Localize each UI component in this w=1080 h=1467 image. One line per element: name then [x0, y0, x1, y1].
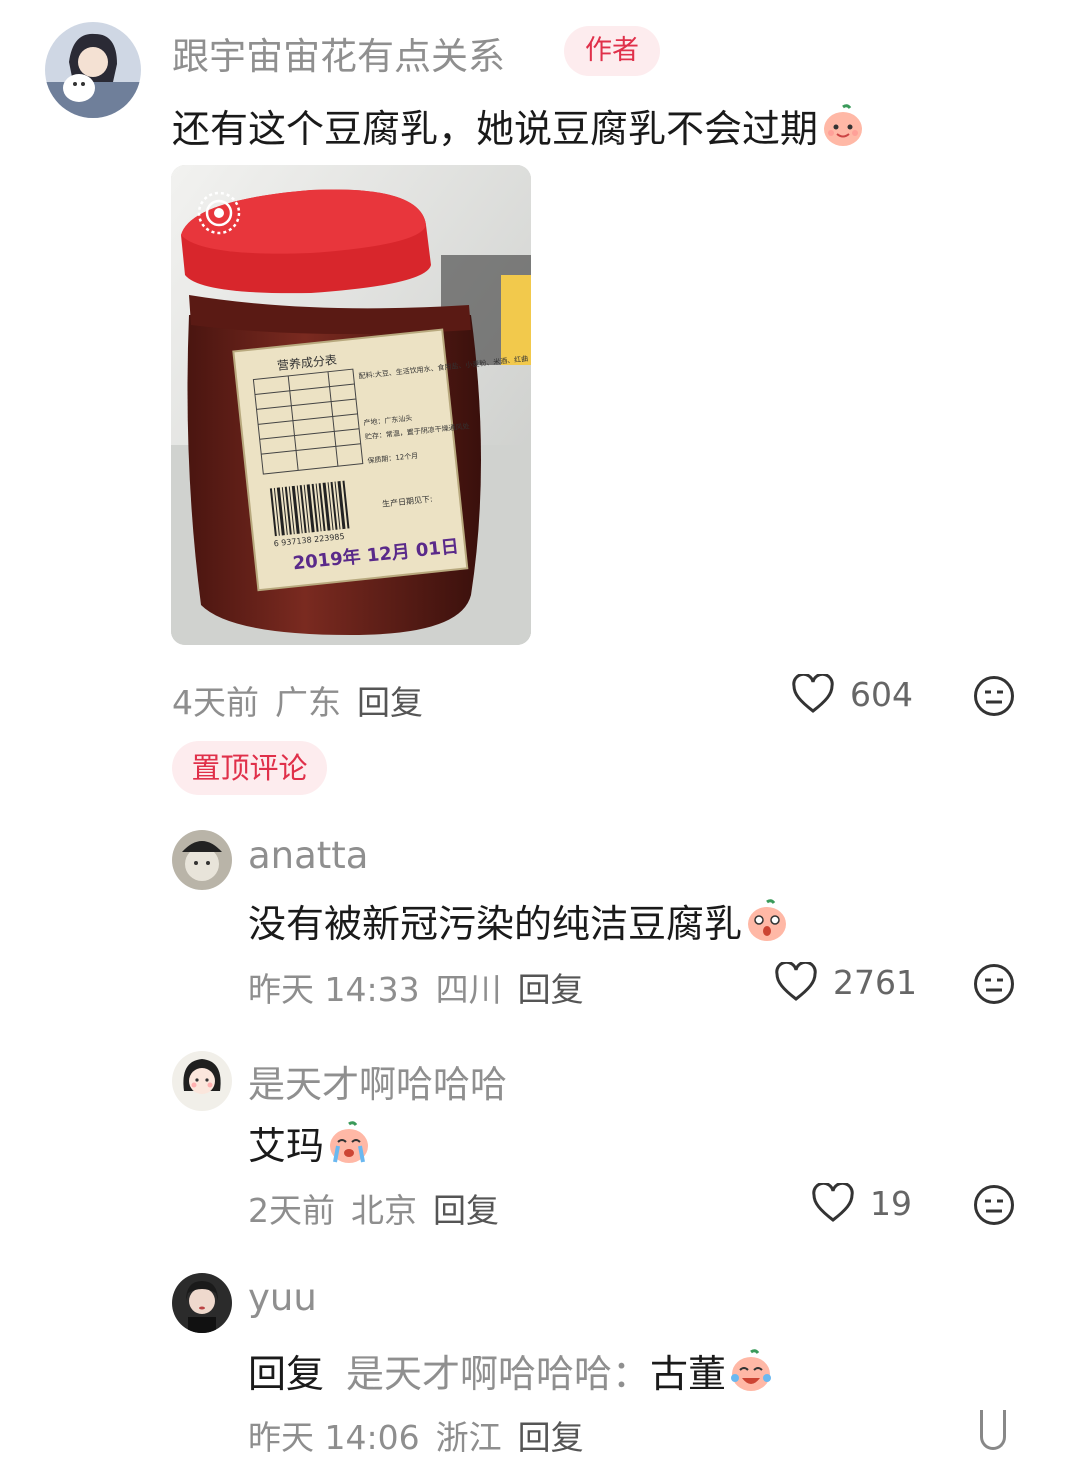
- unamused-face-icon: [974, 1185, 1014, 1225]
- dislike-button[interactable]: [973, 1184, 1015, 1226]
- reply-button[interactable]: 回复: [518, 963, 584, 1011]
- author-name[interactable]: 跟宇宙宙花有点关系: [172, 26, 505, 80]
- unamused-face-icon: [974, 964, 1014, 1004]
- reply-button[interactable]: 回复: [357, 676, 423, 724]
- reply-location: 北京: [351, 1191, 417, 1230]
- unamused-face-icon: [974, 676, 1014, 716]
- peach-shocked-emoji-icon: [744, 898, 790, 944]
- comment-location: 广东: [275, 683, 341, 722]
- heart-icon: [792, 674, 834, 713]
- reply-meta: 昨天 14:06 浙江 回复: [248, 1411, 584, 1459]
- reply-text-content: 古董: [650, 1352, 727, 1396]
- dislike-button[interactable]: [973, 963, 1015, 1005]
- reply-location: 四川: [435, 970, 502, 1009]
- reply-text: 艾玛: [248, 1115, 372, 1170]
- reply-avatar[interactable]: [172, 1273, 232, 1333]
- peach-crying-emoji-icon: [326, 1120, 372, 1166]
- like-button[interactable]: 2761: [775, 962, 917, 1002]
- dislike-button[interactable]: [973, 675, 1015, 717]
- reply-author-name[interactable]: yuu: [248, 1276, 317, 1319]
- reply-meta: 2天前 北京 回复: [248, 1184, 499, 1232]
- like-button[interactable]: 604: [792, 674, 913, 714]
- heart-icon: [775, 962, 817, 1001]
- reply-author-name[interactable]: 是天才啊哈哈哈: [248, 1054, 507, 1108]
- comment-time: 4天前: [172, 683, 259, 722]
- reply-text: 回复 是天才啊哈哈哈： 古董: [248, 1343, 774, 1398]
- cropped-dislike-icon: [980, 1410, 1006, 1450]
- reply-time: 昨天 14:06: [248, 1418, 420, 1457]
- peach-laugh-cry-emoji-icon: [728, 1348, 774, 1394]
- reply-text-content: 艾玛: [248, 1124, 325, 1168]
- heart-icon: [812, 1183, 854, 1222]
- comment-text-content: 还有这个豆腐乳，她说豆腐乳不会过期: [172, 107, 819, 151]
- comment-meta: 4天前 广东 回复: [172, 676, 423, 724]
- author-avatar[interactable]: [45, 22, 141, 118]
- reply-avatar[interactable]: [172, 830, 232, 890]
- reply-avatar[interactable]: [172, 1051, 232, 1111]
- pinned-comment-badge: 置顶评论: [172, 741, 327, 795]
- reply-time: 昨天 14:33: [248, 970, 420, 1009]
- like-count: 19: [870, 1183, 912, 1223]
- reply-text-content: 没有被新冠污染的纯洁豆腐乳: [248, 902, 743, 946]
- author-badge: 作者: [564, 26, 660, 76]
- reply-prefix: 回复: [248, 1352, 325, 1396]
- reply-to-name[interactable]: 是天才啊哈哈哈：: [346, 1343, 650, 1398]
- reply-author-name[interactable]: anatta: [248, 834, 369, 877]
- like-count: 2761: [833, 962, 917, 1002]
- comment-photo[interactable]: 营养成分表 配料:大豆、生活饮用水、食用盐、小麦粉、米酒、红曲 产地：广东汕头 …: [171, 165, 531, 645]
- comment-text: 还有这个豆腐乳，她说豆腐乳不会过期: [172, 98, 866, 153]
- reply-location: 浙江: [435, 1418, 502, 1457]
- reply-button[interactable]: 回复: [518, 1411, 584, 1459]
- like-button[interactable]: 19: [812, 1183, 912, 1223]
- reply-button[interactable]: 回复: [433, 1184, 499, 1232]
- reply-meta: 昨天 14:33 四川 回复: [248, 963, 584, 1011]
- like-count: 604: [850, 674, 913, 714]
- reply-text: 没有被新冠污染的纯洁豆腐乳: [248, 893, 790, 948]
- reply-time: 2天前: [248, 1191, 335, 1230]
- peach-smile-emoji-icon: [820, 103, 866, 149]
